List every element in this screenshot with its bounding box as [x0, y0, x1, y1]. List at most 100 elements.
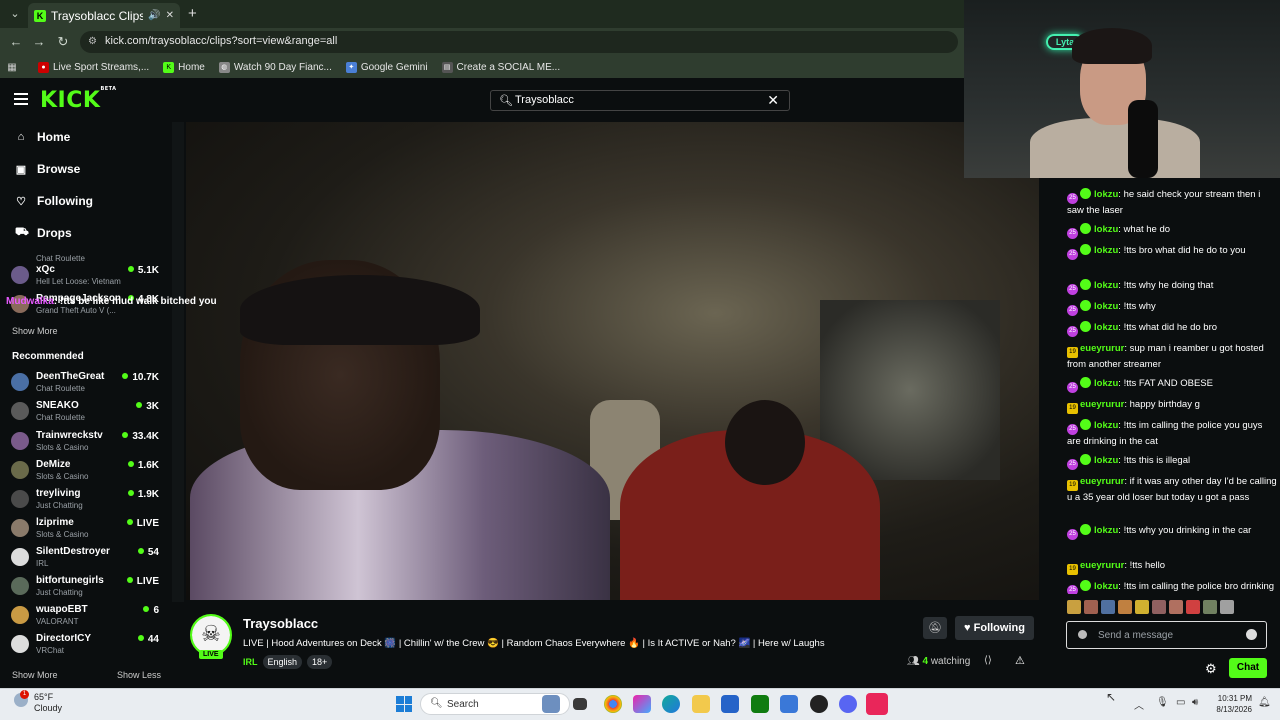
show-more-recommended-link[interactable]: Show More — [12, 670, 58, 680]
bookmark-social-media[interactable]: ▤ Create a SOCIAL ME... — [441, 61, 560, 73]
search-input[interactable]: 🔍︎ Traysoblacc ✕ — [490, 90, 790, 111]
recommended-channel[interactable]: bitfortunegirls Just Chatting LIVE — [11, 574, 161, 602]
copilot-app-icon[interactable] — [633, 695, 651, 713]
recommended-channel[interactable]: lziprime Slots & Casino LIVE — [11, 516, 161, 544]
microphone-tray-icon[interactable]: 🎙︎ — [1156, 697, 1169, 708]
emote[interactable] — [1186, 600, 1200, 614]
chat-username[interactable]: lokzu — [1094, 224, 1118, 235]
back-icon[interactable]: ← — [8, 34, 24, 49]
avatar — [11, 266, 29, 284]
edge-app-icon[interactable] — [662, 695, 680, 713]
tiktok-app-icon[interactable] — [866, 693, 888, 715]
report-icon[interactable]: ⚠ — [1015, 654, 1025, 667]
sidebar-item-home[interactable]: ⌂ Home — [15, 130, 71, 144]
store-app-icon[interactable] — [721, 695, 739, 713]
widgets-app-icon[interactable] — [542, 695, 560, 713]
chat-username[interactable]: eueyrurur — [1080, 399, 1124, 410]
chat-username[interactable]: lokzu — [1094, 280, 1118, 291]
file-explorer-icon[interactable] — [692, 695, 710, 713]
weather-icon[interactable]: 1 — [14, 690, 29, 707]
emote[interactable] — [1101, 600, 1115, 614]
recommended-channel[interactable]: wuapoEBT VALORANT 6 — [11, 603, 161, 631]
chat-username[interactable]: lokzu — [1094, 189, 1118, 200]
emote[interactable] — [1135, 600, 1149, 614]
notifications-icon[interactable]: 🔔︎ — [1258, 697, 1271, 708]
chat-message-input[interactable]: Send a message — [1066, 621, 1267, 649]
chat-username[interactable]: lokzu — [1094, 322, 1118, 333]
weather-widget[interactable]: 65°F Cloudy — [34, 692, 62, 714]
avatar — [11, 577, 29, 595]
emote[interactable] — [1169, 600, 1183, 614]
tab-audio-icon[interactable]: 🔊 — [148, 10, 160, 21]
tag-mature[interactable]: 18+ — [307, 655, 333, 669]
video-player[interactable] — [186, 122, 1039, 600]
recommended-channel[interactable]: SilentDestroyer IRL 54 — [11, 545, 161, 573]
stream-category[interactable]: IRL — [243, 657, 258, 667]
recommended-channel[interactable]: SNEAKO Chat Roulette 3K — [11, 399, 161, 427]
chat-username[interactable]: eueyrurur — [1080, 476, 1124, 487]
menu-icon[interactable] — [14, 93, 28, 108]
emote[interactable] — [1152, 600, 1166, 614]
bookmark-home[interactable]: K Home — [163, 61, 205, 73]
recommended-channel[interactable]: Trainwreckstv Slots & Casino 33.4K — [11, 429, 161, 457]
windows-start-icon[interactable] — [396, 696, 412, 712]
chat-settings-icon[interactable]: ⚙ — [1205, 661, 1217, 677]
site-info-icon[interactable]: ⚙ — [88, 36, 97, 47]
kick-logo[interactable]: KICKBETA — [40, 86, 117, 113]
sidebar-item-following[interactable]: ♡ Following — [15, 194, 93, 208]
recommended-channel[interactable]: DeMize Slots & Casino 1.6K — [11, 458, 161, 486]
emote[interactable] — [1220, 600, 1234, 614]
following-button[interactable]: ♥ Following — [955, 616, 1034, 640]
taskbar-clock[interactable]: 10:31 PM 8/13/2026 — [1210, 693, 1252, 715]
emote[interactable] — [1067, 600, 1081, 614]
browser-tab[interactable]: K Traysoblacc Clips - Watch Li 🔊 ✕ — [28, 3, 180, 28]
chat-username[interactable]: lokzu — [1094, 245, 1118, 256]
volume-icon[interactable]: 🔊︎ — [1192, 697, 1198, 708]
xbox-app-icon[interactable] — [751, 695, 769, 713]
recommended-channel[interactable]: DeenTheGreat Chat Roulette 10.7K — [11, 370, 161, 398]
chat-username[interactable]: lokzu — [1094, 455, 1118, 466]
bookmark-gemini[interactable]: ✦ Google Gemini — [345, 61, 428, 73]
reload-icon[interactable]: ↻ — [55, 34, 71, 50]
outlook-app-icon[interactable] — [780, 695, 798, 713]
show-more-following-link[interactable]: Show More — [12, 326, 58, 336]
tab-search-dropdown[interactable]: ⌄ — [6, 5, 24, 23]
bookmark-live-sport[interactable]: ● Live Sport Streams,... — [38, 61, 149, 73]
chat-identity-icon[interactable] — [1078, 630, 1087, 639]
clear-search-icon[interactable]: ✕ — [767, 92, 779, 109]
discord-app-icon[interactable] — [839, 695, 857, 713]
chrome-app-icon[interactable] — [604, 695, 622, 713]
chat-username[interactable]: lokzu — [1094, 301, 1118, 312]
chat-username[interactable]: lokzu — [1094, 378, 1118, 389]
recommended-channel[interactable]: DirectorICY VRChat 44 — [11, 632, 161, 660]
chat-username[interactable]: lokzu — [1094, 525, 1118, 536]
chat-username[interactable]: lokzu — [1094, 581, 1118, 592]
chat-username[interactable]: eueyrurur — [1080, 343, 1124, 354]
notifications-off-button[interactable]: 🔕︎ — [923, 617, 947, 639]
obs-app-icon[interactable] — [810, 695, 828, 713]
emoji-icon[interactable] — [1246, 629, 1257, 640]
sidebar-item-drops[interactable]: ⛟ Drops — [15, 226, 72, 240]
tab-close-icon[interactable]: ✕ — [166, 10, 174, 21]
share-icon[interactable]: ⟨⟩ — [984, 655, 992, 666]
tray-overflow-icon[interactable]: ︿ — [1134, 697, 1144, 712]
show-less-link[interactable]: Show Less — [117, 670, 161, 680]
chat-username[interactable]: lokzu — [1094, 420, 1118, 431]
apps-icon[interactable]: ▦ — [0, 62, 24, 73]
emote[interactable] — [1084, 600, 1098, 614]
new-tab-button[interactable]: + — [188, 5, 197, 22]
network-icon[interactable]: ▭ — [1176, 697, 1185, 708]
address-bar[interactable]: ⚙ kick.com/traysoblacc/clips?sort=view&r… — [80, 31, 958, 53]
streamer-name[interactable]: Traysoblacc — [243, 616, 318, 631]
emote[interactable] — [1203, 600, 1217, 614]
chat-username[interactable]: eueyrurur — [1080, 560, 1124, 571]
task-view-icon[interactable] — [573, 698, 587, 710]
emote[interactable] — [1118, 600, 1132, 614]
recommended-channel[interactable]: treyliving Just Chatting 1.9K — [11, 487, 161, 515]
bookmark-90-day[interactable]: ◍ Watch 90 Day Fianc... — [218, 61, 332, 73]
tag-language[interactable]: English — [262, 655, 303, 669]
following-channel[interactable]: xQc Hell Let Loose: Vietnam 5.1K — [11, 263, 161, 291]
forward-icon[interactable]: → — [31, 34, 47, 49]
send-chat-button[interactable]: Chat — [1229, 658, 1267, 678]
sidebar-item-browse[interactable]: ▣ Browse — [15, 162, 81, 176]
